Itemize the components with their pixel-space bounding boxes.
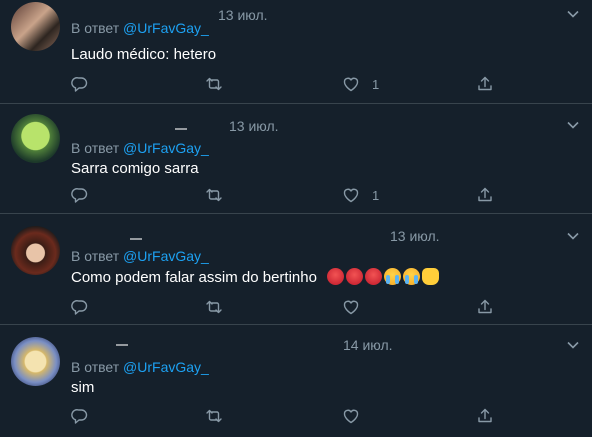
reply-button[interactable] bbox=[71, 184, 89, 206]
tweet-text: Laudo médico: hetero bbox=[71, 46, 217, 63]
retweet-button[interactable] bbox=[205, 296, 223, 318]
share-icon bbox=[478, 299, 492, 314]
angry-face-icon bbox=[327, 268, 345, 285]
like-button[interactable] bbox=[342, 296, 360, 318]
tweet[interactable]: В ответ @UrFavGay_ 13 июл. Laudo médico:… bbox=[0, 0, 592, 104]
share-button[interactable] bbox=[476, 296, 494, 318]
heart-icon bbox=[343, 77, 359, 92]
avatar[interactable] bbox=[11, 114, 60, 163]
reply-handle-link[interactable]: @UrFavGay_ bbox=[123, 20, 209, 36]
redaction-mark bbox=[116, 344, 128, 346]
retweet-button[interactable] bbox=[205, 405, 223, 427]
tweet-text-body: Como podem falar assim do bertinho bbox=[71, 269, 317, 286]
reply-icon bbox=[71, 188, 88, 203]
reply-button[interactable] bbox=[71, 73, 89, 95]
retweet-button[interactable] bbox=[205, 73, 223, 95]
heart-icon bbox=[343, 188, 359, 203]
chevron-down-icon[interactable] bbox=[566, 229, 580, 243]
tweet-text: sim bbox=[71, 379, 95, 396]
reply-to-line: В ответ @UrFavGay_ bbox=[71, 248, 209, 264]
like-count: 1 bbox=[372, 76, 380, 92]
share-icon bbox=[478, 408, 492, 423]
reply-handle-link[interactable]: @UrFavGay_ bbox=[123, 248, 209, 264]
share-button[interactable] bbox=[476, 73, 494, 95]
angry-face-icon bbox=[346, 268, 364, 285]
tweet[interactable]: В ответ @UrFavGay_ 13 июл. Como podem fa… bbox=[0, 214, 592, 325]
tweet-actions bbox=[71, 405, 511, 427]
share-button[interactable] bbox=[476, 405, 494, 427]
chevron-down-icon[interactable] bbox=[566, 118, 580, 132]
crying-face-icon bbox=[384, 268, 402, 285]
share-icon bbox=[478, 76, 492, 91]
like-button[interactable]: 1 bbox=[342, 184, 379, 206]
chevron-down-icon[interactable] bbox=[566, 338, 580, 352]
retweet-icon bbox=[206, 188, 222, 202]
tweet[interactable]: В ответ @UrFavGay_ 14 июл. sim bbox=[0, 325, 592, 437]
redaction-mark bbox=[130, 238, 142, 240]
reply-icon bbox=[71, 300, 88, 315]
chevron-down-icon[interactable] bbox=[566, 7, 580, 21]
heart-icon bbox=[343, 300, 359, 315]
tweet-date[interactable]: 13 июл. bbox=[390, 228, 440, 244]
like-button[interactable] bbox=[342, 405, 360, 427]
avatar[interactable] bbox=[11, 337, 60, 386]
tweet-text: Como podem falar assim do bertinho bbox=[71, 268, 440, 286]
reply-icon bbox=[71, 77, 88, 92]
share-icon bbox=[478, 187, 492, 202]
reply-to-line: В ответ @UrFavGay_ bbox=[71, 20, 209, 36]
tweet-actions bbox=[71, 296, 511, 318]
retweet-icon bbox=[206, 77, 222, 91]
tweet-date[interactable]: 13 июл. bbox=[229, 118, 279, 134]
retweet-button[interactable] bbox=[205, 184, 223, 206]
tweet-date[interactable]: 14 июл. bbox=[343, 337, 393, 353]
tweet-text: Sarra comigo sarra bbox=[71, 160, 199, 177]
reply-to-line: В ответ @UrFavGay_ bbox=[71, 359, 209, 375]
tweet-date[interactable]: 13 июл. bbox=[218, 7, 268, 23]
reply-to-line: В ответ @UrFavGay_ bbox=[71, 140, 209, 156]
avatar[interactable] bbox=[11, 226, 60, 275]
retweet-icon bbox=[206, 409, 222, 423]
reply-button[interactable] bbox=[71, 405, 89, 427]
heart-icon bbox=[343, 409, 359, 424]
like-count: 1 bbox=[372, 187, 380, 203]
fist-icon bbox=[422, 268, 440, 285]
reply-handle-link[interactable]: @UrFavGay_ bbox=[123, 140, 209, 156]
share-button[interactable] bbox=[476, 184, 494, 206]
tweet-actions: 1 bbox=[71, 73, 511, 95]
tweet-actions: 1 bbox=[71, 184, 511, 206]
angry-face-icon bbox=[365, 268, 383, 285]
redaction-mark bbox=[175, 128, 187, 130]
tweet[interactable]: В ответ @UrFavGay_ 13 июл. Sarra comigo … bbox=[0, 104, 592, 214]
like-button[interactable]: 1 bbox=[342, 73, 379, 95]
avatar[interactable] bbox=[11, 2, 60, 51]
retweet-icon bbox=[206, 300, 222, 314]
reply-handle-link[interactable]: @UrFavGay_ bbox=[123, 359, 209, 375]
reply-button[interactable] bbox=[71, 296, 89, 318]
reply-icon bbox=[71, 409, 88, 424]
crying-face-icon bbox=[403, 268, 421, 285]
